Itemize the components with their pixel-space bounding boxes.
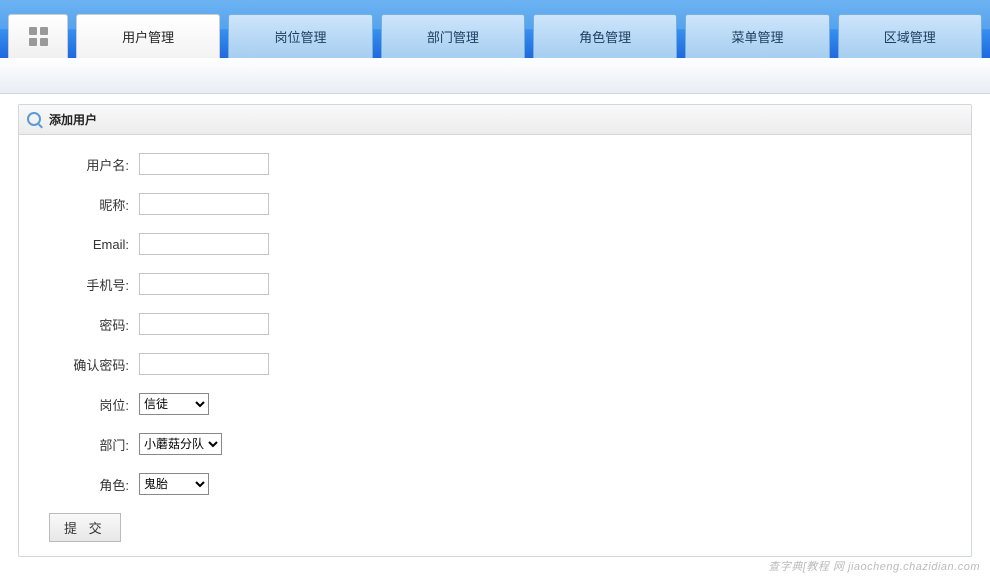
form-row-role: 角色: 鬼胎 [29, 473, 961, 495]
submit-button[interactable]: 提 交 [49, 513, 121, 542]
grid-icon [29, 27, 48, 46]
submit-row: 提 交 [29, 513, 961, 542]
tab-department-management[interactable]: 部门管理 [381, 14, 525, 58]
confirm-label: 确认密码: [29, 355, 139, 374]
form-row-position: 岗位: 信徒 [29, 393, 961, 415]
sub-header [0, 58, 990, 94]
form-row-confirm: 确认密码: [29, 353, 961, 375]
position-select[interactable]: 信徒 [139, 393, 209, 415]
tab-label: 部门管理 [427, 27, 479, 46]
panel-title: 添加用户 [49, 111, 97, 128]
nickname-input[interactable] [139, 193, 269, 215]
content-gap [0, 94, 990, 104]
form-row-password: 密码: [29, 313, 961, 335]
username-label: 用户名: [29, 155, 139, 174]
role-label: 角色: [29, 475, 139, 494]
form-row-nickname: 昵称: [29, 193, 961, 215]
department-label: 部门: [29, 435, 139, 454]
tab-region-management[interactable]: 区域管理 [838, 14, 982, 58]
panel-body: 用户名: 昵称: Email: 手机号: 密码: 确认密码: 岗位: 信徒 [19, 135, 971, 556]
tab-label: 用户管理 [122, 27, 174, 46]
home-tab[interactable] [8, 14, 68, 58]
watermark: 查字典[教程 网 jiaocheng.chazidian.com [768, 558, 980, 574]
username-input[interactable] [139, 153, 269, 175]
tab-label: 菜单管理 [731, 27, 783, 46]
panel-header: 添加用户 [19, 105, 971, 135]
password-label: 密码: [29, 315, 139, 334]
tab-role-management[interactable]: 角色管理 [533, 14, 677, 58]
tab-label: 岗位管理 [274, 27, 326, 46]
tab-label: 区域管理 [884, 27, 936, 46]
form-row-username: 用户名: [29, 153, 961, 175]
form-row-department: 部门: 小蘑菇分队 [29, 433, 961, 455]
tab-menu-management[interactable]: 菜单管理 [685, 14, 829, 58]
role-select[interactable]: 鬼胎 [139, 473, 209, 495]
tab-label: 角色管理 [579, 27, 631, 46]
email-label: Email: [29, 237, 139, 252]
department-select[interactable]: 小蘑菇分队 [139, 433, 222, 455]
phone-label: 手机号: [29, 275, 139, 294]
form-row-phone: 手机号: [29, 273, 961, 295]
password-input[interactable] [139, 313, 269, 335]
tab-position-management[interactable]: 岗位管理 [228, 14, 372, 58]
email-input[interactable] [139, 233, 269, 255]
confirm-input[interactable] [139, 353, 269, 375]
phone-input[interactable] [139, 273, 269, 295]
position-label: 岗位: [29, 395, 139, 414]
nickname-label: 昵称: [29, 195, 139, 214]
search-icon [27, 112, 43, 128]
tab-bar: 用户管理 岗位管理 部门管理 角色管理 菜单管理 区域管理 [0, 0, 990, 58]
form-row-email: Email: [29, 233, 961, 255]
tab-user-management[interactable]: 用户管理 [76, 14, 220, 58]
add-user-panel: 添加用户 用户名: 昵称: Email: 手机号: 密码: 确认密码: 岗位 [18, 104, 972, 557]
